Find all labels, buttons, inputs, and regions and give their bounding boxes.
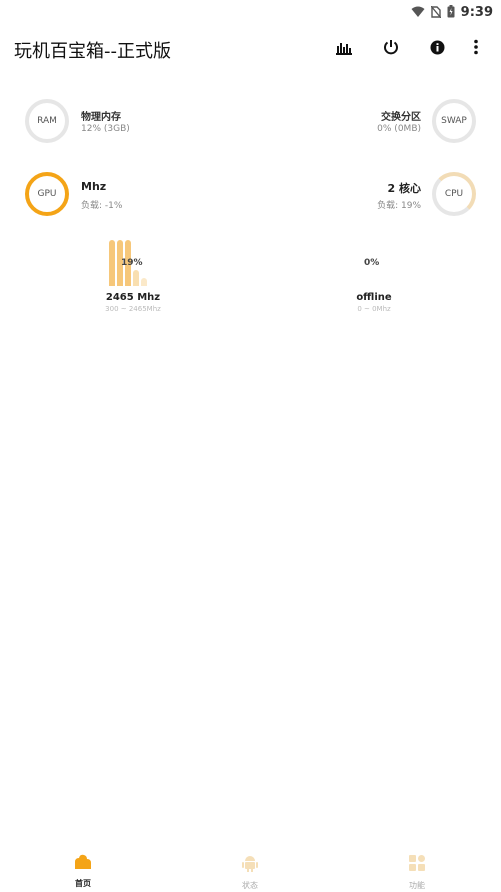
cpu-ring[interactable]: CPU — [432, 172, 476, 216]
power-button[interactable] — [380, 38, 402, 60]
gpu-ring-label: GPU — [37, 189, 57, 199]
ram-ring-label: RAM — [37, 116, 57, 126]
battery-icon — [447, 3, 455, 22]
cpu-title: 2 核心 — [387, 182, 421, 195]
info-button[interactable] — [426, 38, 448, 60]
core1-freq: offline — [356, 292, 392, 303]
core1-range: 0 ~ 0Mhz — [357, 305, 391, 313]
core0-bar-5 — [141, 278, 147, 286]
swap-ring-label: SWAP — [441, 116, 467, 126]
no-sim-icon — [430, 3, 442, 22]
gpu-load: 负载: -1% — [81, 201, 123, 211]
app-bar: 玩机百宝箱--正式版 — [0, 28, 501, 68]
nav-functions[interactable]: 功能 — [377, 854, 457, 891]
wifi-icon — [411, 3, 425, 22]
nav-status[interactable]: 状态 — [210, 854, 290, 891]
gpu-ring[interactable]: GPU — [25, 172, 69, 216]
more-vert-icon — [473, 39, 479, 59]
grid-icon — [408, 854, 426, 876]
core1-percent: 0% — [364, 258, 380, 268]
core0-percent: 19% — [121, 258, 143, 268]
nav-functions-label: 功能 — [409, 881, 425, 890]
app-title: 玩机百宝箱--正式版 — [14, 41, 171, 62]
swap-title: 交换分区 — [381, 112, 421, 123]
ram-value: 12% (3GB) — [81, 124, 130, 134]
core0-bar-1 — [109, 240, 115, 286]
home-icon — [73, 854, 93, 874]
info-icon — [430, 40, 445, 59]
swap-value: 0% (0MB) — [377, 124, 421, 134]
bottom-nav: 首页 状态 功能 — [0, 846, 501, 892]
more-button[interactable] — [465, 38, 487, 60]
status-time: 9:39 — [460, 5, 493, 20]
cpu-ring-label: CPU — [444, 189, 464, 199]
core0-bar-4 — [133, 270, 139, 286]
chart-button[interactable] — [333, 38, 355, 60]
ram-ring[interactable]: RAM — [25, 99, 69, 143]
gpu-title: Mhz — [81, 180, 107, 193]
core0-freq: 2465 Mhz — [105, 292, 161, 303]
cpu-load: 负载: 19% — [377, 201, 421, 211]
core0-range: 300 ~ 2465Mhz — [105, 305, 161, 313]
android-icon — [241, 854, 259, 876]
nav-home-label: 首页 — [75, 879, 91, 888]
nav-status-label: 状态 — [242, 881, 258, 890]
nav-home[interactable]: 首页 — [43, 854, 123, 889]
chart-icon — [336, 40, 352, 59]
power-icon — [383, 39, 399, 59]
status-bar: 9:39 — [0, 0, 501, 22]
ram-title: 物理内存 — [81, 112, 121, 123]
swap-ring[interactable]: SWAP — [432, 99, 476, 143]
